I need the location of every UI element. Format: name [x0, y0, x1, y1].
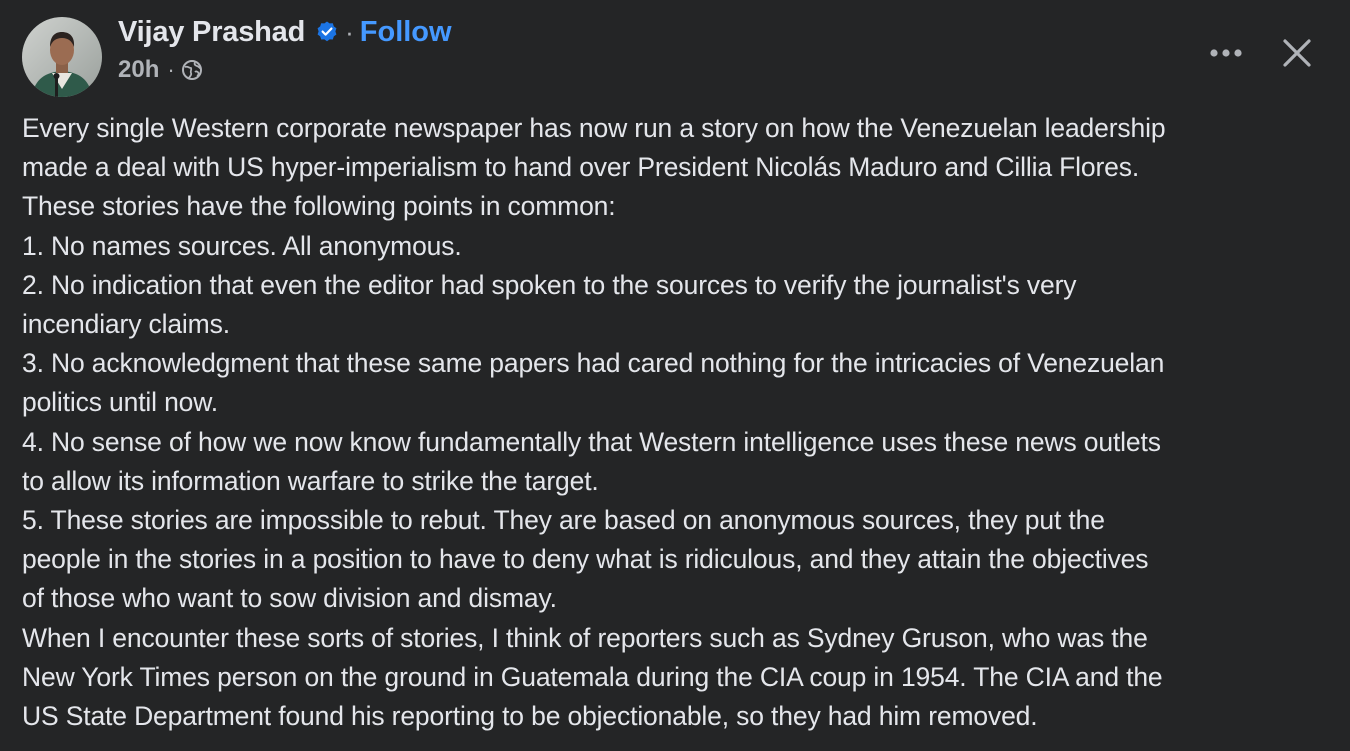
verified-badge-icon	[315, 20, 339, 44]
post-text-line: of those who want to sow division and di…	[22, 583, 557, 614]
post-body: Every single Western corporate newspaper…	[22, 109, 1340, 736]
author-name[interactable]: Vijay Prashad	[118, 16, 305, 49]
separator-dot: ·	[167, 57, 175, 82]
post-text-line: to allow its information warfare to stri…	[22, 465, 599, 496]
post-text-line: 3. No acknowledgment that these same pap…	[22, 348, 1165, 379]
globe-icon[interactable]	[181, 59, 203, 81]
post-text-line: made a deal with US hyper-imperialism to…	[22, 152, 1140, 183]
post-text-line: US State Department found his reporting …	[22, 701, 1038, 732]
post-text-line: people in the stories in a position to h…	[22, 544, 1149, 575]
post-text-line: New York Times person on the ground in G…	[22, 661, 1163, 692]
post-text-line: Every single Western corporate newspaper…	[22, 113, 1166, 143]
avatar-image	[22, 17, 102, 97]
more-horizontal-icon	[1210, 49, 1242, 57]
post-text-line: politics until now.	[22, 387, 219, 418]
post-text-line: 5. These stories are impossible to rebut…	[22, 505, 1105, 536]
post-text-line: 4. No sense of how we now know fundament…	[22, 426, 1161, 457]
post-text-line: incendiary claims.	[22, 309, 230, 340]
post-text-line: These stories have the following points …	[22, 191, 616, 222]
post-timestamp[interactable]: 20h	[118, 56, 159, 84]
post-meta: 20h ·	[118, 55, 203, 85]
author-row: Vijay Prashad · Follow	[118, 12, 452, 52]
author-avatar[interactable]	[22, 17, 102, 97]
close-button[interactable]	[1274, 30, 1320, 76]
separator-dot: ·	[345, 16, 354, 47]
more-options-button[interactable]	[1204, 33, 1248, 73]
close-icon	[1283, 39, 1311, 67]
facebook-post: Vijay Prashad · Follow 20h · Every singl…	[0, 0, 1350, 751]
post-text-line: 1. No names sources. All anonymous.	[22, 230, 462, 261]
post-text-line: 2. No indication that even the editor ha…	[22, 269, 1077, 300]
follow-button[interactable]: Follow	[360, 16, 452, 49]
post-text-line: When I encounter these sorts of stories,…	[22, 622, 1148, 653]
